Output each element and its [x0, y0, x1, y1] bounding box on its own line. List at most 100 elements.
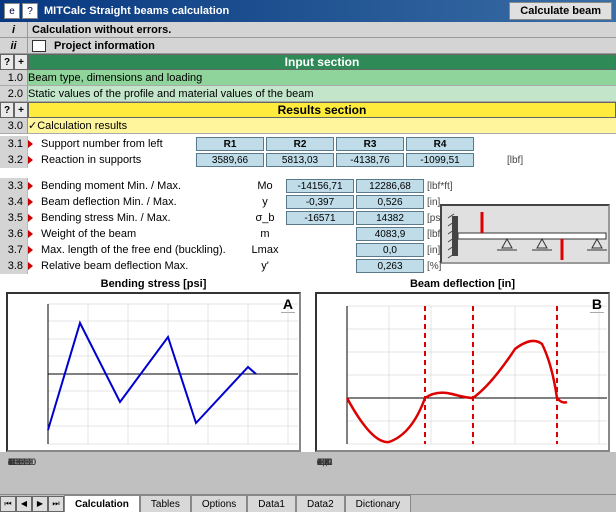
- row-index: 3.7: [0, 242, 28, 258]
- beam-type-label: Beam type, dimensions and loading: [28, 72, 202, 84]
- unit: [lbf]: [505, 155, 550, 166]
- checkbox[interactable]: ✓: [28, 119, 37, 132]
- tab-options[interactable]: Options: [191, 495, 247, 512]
- col-header: R1: [196, 137, 264, 151]
- result-label: Weight of the beam: [35, 228, 245, 240]
- unit: [lbf*ft]: [425, 181, 470, 192]
- xtick: 600: [8, 457, 23, 467]
- sheet-tabs: ⏮ ◀ ▶ ⏭ Calculation Tables Options Data1…: [0, 494, 616, 512]
- supports-headers: R1 R2 R3 R4: [195, 137, 475, 151]
- nav-first[interactable]: ⏮: [0, 496, 16, 512]
- chart-badge: B: [590, 296, 604, 313]
- cell-value: -4138,76: [336, 153, 404, 167]
- value: 4083,9: [356, 227, 424, 241]
- symbol: σ_b: [245, 212, 285, 224]
- tab-tables[interactable]: Tables: [140, 495, 191, 512]
- marker-icon: [28, 182, 33, 190]
- expand-button[interactable]: +: [14, 102, 28, 118]
- cell-value: 5813,03: [266, 153, 334, 167]
- window-title: MITCalc Straight beams calculation: [44, 5, 509, 17]
- supports-values: 3589,66 5813,03 -4138,76 -1099,51: [195, 153, 475, 167]
- row-index: 3.5: [0, 210, 28, 226]
- calc-results-label: Calculation results: [37, 120, 127, 132]
- help-button[interactable]: ?: [0, 54, 14, 70]
- result-label: Relative beam deflection Max.: [35, 260, 245, 272]
- symbol: y: [245, 196, 285, 208]
- chart-badge: A: [281, 296, 295, 313]
- project-info-label: Project information: [50, 40, 155, 52]
- result-row: 3.3 Bending moment Min. / Max.Mo-14156,71…: [0, 178, 616, 194]
- result-label: Bending moment Min. / Max.: [35, 180, 245, 192]
- marker-icon: [28, 262, 33, 270]
- chart-b-svg: [317, 294, 612, 454]
- cell-value: -1099,51: [406, 153, 474, 167]
- marker-icon: [28, 156, 33, 164]
- row-index: i: [0, 22, 28, 37]
- chart-b: Beam deflection [in] B 0,8 0,6: [315, 278, 610, 452]
- reactions-row: 3.2 Reaction in supports 3589,66 5813,03…: [0, 152, 616, 168]
- status-row: i Calculation without errors.: [0, 22, 616, 38]
- symbol: Lmax: [245, 244, 285, 256]
- row-index: 3.8: [0, 258, 28, 274]
- value: 0,263: [356, 259, 424, 273]
- result-label: Max. length of the free end (buckling).: [35, 244, 245, 256]
- supports-header-row: 3.1 Support number from left R1 R2 R3 R4: [0, 136, 616, 152]
- marker-icon: [28, 198, 33, 206]
- beam-type-row[interactable]: 1.0 Beam type, dimensions and loading: [0, 70, 616, 86]
- result-label: Beam deflection Min. / Max.: [35, 196, 245, 208]
- marker-icon: [28, 140, 33, 148]
- tab-calculation[interactable]: Calculation: [64, 495, 140, 512]
- static-values-row[interactable]: 2.0 Static values of the profile and mat…: [0, 86, 616, 102]
- charts: Bending stress [psi] A 20000 15000 10000…: [0, 274, 616, 452]
- tab-data2[interactable]: Data2: [296, 495, 345, 512]
- help-button[interactable]: ?: [0, 102, 14, 118]
- value: 0,0: [356, 243, 424, 257]
- row-index: 3.2: [0, 152, 28, 168]
- status-text: Calculation without errors.: [28, 24, 171, 36]
- row-index: 3.6: [0, 226, 28, 242]
- row-index: 3.1: [0, 136, 28, 152]
- supports-label: Support number from left: [35, 138, 195, 150]
- tab-dictionary[interactable]: Dictionary: [345, 495, 411, 512]
- help-icon[interactable]: ?: [22, 3, 38, 19]
- value-max: 14382: [356, 211, 424, 225]
- xtick: 600: [317, 457, 332, 467]
- chart-b-title: Beam deflection [in]: [315, 278, 610, 290]
- calc-results-row[interactable]: 3.0 ✓ Calculation results: [0, 118, 616, 134]
- tab-data1[interactable]: Data1: [247, 495, 296, 512]
- value-min: -0,397: [286, 195, 354, 209]
- results-section-header: ? + Results section: [0, 102, 616, 118]
- project-info-row[interactable]: ii Project information: [0, 38, 616, 54]
- marker-icon: [28, 230, 33, 238]
- row-index: 3.3: [0, 178, 28, 194]
- row-index: 1.0: [0, 70, 28, 85]
- value-max: 12286,68: [356, 179, 424, 193]
- expand-button[interactable]: +: [14, 54, 28, 70]
- symbol: m: [245, 228, 285, 240]
- nav-last[interactable]: ⏭: [48, 496, 64, 512]
- calculate-button[interactable]: Calculate beam: [509, 2, 612, 20]
- app-icon: e: [4, 3, 20, 19]
- value-min: -16571: [286, 211, 354, 225]
- nav-next[interactable]: ▶: [32, 496, 48, 512]
- row-index: 2.0: [0, 86, 28, 101]
- input-section-title: Input section: [28, 54, 616, 70]
- result-label: Bending stress Min. / Max.: [35, 212, 245, 224]
- checkbox[interactable]: [32, 40, 46, 52]
- chart-a-svg: [8, 294, 303, 454]
- static-values-label: Static values of the profile and materia…: [28, 88, 314, 100]
- row-index: 3.0: [0, 118, 28, 133]
- value-min: -14156,71: [286, 179, 354, 193]
- marker-icon: [28, 246, 33, 254]
- nav-prev[interactable]: ◀: [16, 496, 32, 512]
- row-index: 3.4: [0, 194, 28, 210]
- titlebar: e ? MITCalc Straight beams calculation C…: [0, 0, 616, 22]
- col-header: R3: [336, 137, 404, 151]
- beam-diagram: [440, 204, 610, 264]
- results-section-title: Results section: [28, 102, 616, 118]
- symbol: y': [245, 260, 285, 272]
- cell-value: 3589,66: [196, 153, 264, 167]
- symbol: Mo: [245, 180, 285, 192]
- input-section-header: ? + Input section: [0, 54, 616, 70]
- col-header: R2: [266, 137, 334, 151]
